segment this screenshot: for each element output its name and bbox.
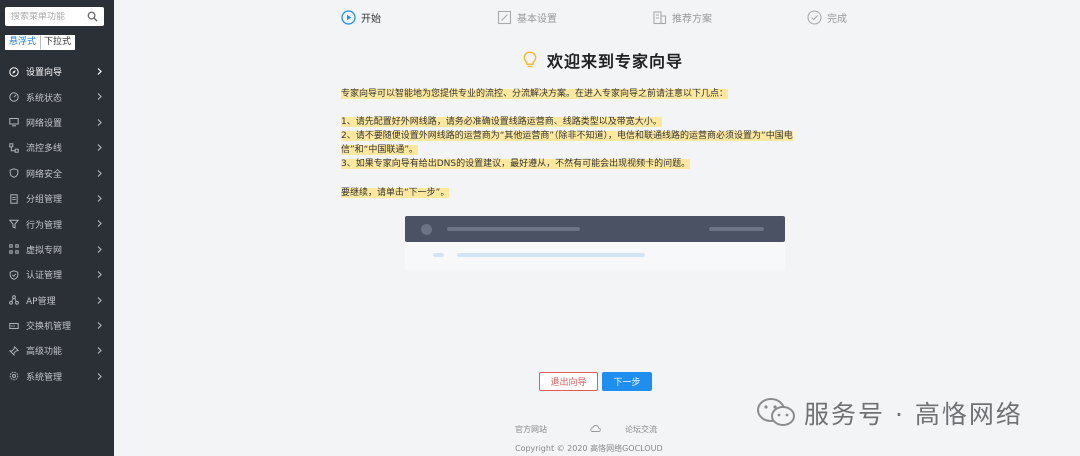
chevron-right-icon — [97, 169, 102, 177]
chevron-right-icon — [97, 245, 102, 253]
sidebar-item-system-status[interactable]: 系统状态 — [0, 84, 114, 109]
chevron-right-icon — [97, 372, 102, 380]
building-icon — [653, 11, 667, 25]
sidebar-item-system-management[interactable]: 系统管理 — [0, 364, 114, 389]
search-icon[interactable] — [87, 11, 98, 22]
network-icon — [9, 143, 19, 153]
chevron-right-icon — [97, 68, 102, 75]
illustration-header-bar — [405, 216, 785, 242]
sidebar-item-label: 交换机管理 — [26, 322, 72, 333]
illustration-line — [447, 227, 580, 231]
illustration-line — [457, 253, 645, 257]
chevron-right-icon — [97, 347, 102, 355]
sidebar-item-label: 流控多线 — [26, 144, 63, 155]
compass-icon — [9, 66, 19, 77]
official-site-link[interactable]: 官方网站 — [515, 424, 547, 435]
sidebar-item-auth-management[interactable]: 认证管理 — [0, 262, 114, 287]
point-3-text: 3、如果专家向导有给出DNS的设置建议，最好遵从，不然有可能会出现视频卡的问题。 — [341, 159, 691, 169]
step-label: 推荐方案 — [672, 14, 712, 25]
illustration-dot — [421, 224, 432, 235]
sidebar-nav: 设置向导 系统状态 网络设置 流控多线 网络安全 分组管理 行为管理 虚拟专网 … — [0, 59, 114, 389]
vpn-icon — [9, 244, 19, 255]
sidebar-item-flow-control[interactable]: 流控多线 — [0, 135, 114, 160]
watermark-text: 服务号 · 高恪网络 — [804, 400, 1023, 429]
shield-icon — [9, 168, 19, 179]
step-label: 开始 — [361, 14, 381, 25]
step-recommended-plan: 推荐方案 — [652, 10, 712, 25]
continue-text: 要继续，请单击“下一步”。 — [341, 188, 450, 198]
chevron-right-icon — [97, 271, 102, 279]
illustration-line — [709, 227, 764, 231]
sidebar-item-label: 虚拟专网 — [26, 245, 63, 256]
chevron-right-icon — [97, 93, 102, 101]
wizard-title-row: 欢迎来到专家向导 — [522, 48, 683, 72]
mode-floating-option[interactable]: 悬浮式 — [5, 35, 41, 50]
page-title: 欢迎来到专家向导 — [547, 52, 684, 71]
point-1-text: 1、请先配置好外网线路，请务必准确设置线路运营商、线路类型以及带宽大小。 — [341, 117, 662, 127]
pin-icon — [9, 345, 19, 356]
step-start: 开始 — [341, 10, 381, 25]
chevron-right-icon — [97, 195, 102, 202]
settings-icon — [497, 10, 512, 25]
point-2-text-cont: 信”和“中国联通”。 — [341, 145, 418, 155]
sidebar-item-label: 行为管理 — [26, 220, 63, 231]
chevron-right-icon — [97, 296, 102, 304]
lightbulb-icon — [523, 51, 537, 68]
wechat-logo-icon — [757, 398, 795, 426]
menu-search-box[interactable] — [5, 7, 104, 26]
illustration-body — [405, 242, 785, 270]
intro-text: 专家向导可以智能地为您提供专业的流控、分流解决方案。在进入专家向导之前请注意以下… — [341, 89, 729, 99]
gear-icon — [9, 372, 19, 381]
wechat-watermark: 服务号 · 高恪网络 — [756, 395, 1023, 431]
sidebar: 悬浮式 下拉式 设置向导 系统状态 网络设置 流控多线 网络安全 — [0, 0, 114, 456]
ap-icon — [9, 295, 19, 305]
next-step-button[interactable]: 下一步 — [602, 372, 652, 391]
cloud-icon — [590, 425, 601, 432]
forum-link[interactable]: 论坛交流 — [625, 424, 657, 435]
step-basic-settings: 基本设置 — [497, 10, 557, 25]
sidebar-item-label: 设置向导 — [26, 68, 63, 79]
sidebar-item-group-management[interactable]: 分组管理 — [0, 186, 114, 211]
sidebar-item-vpn[interactable]: 虚拟专网 — [0, 237, 114, 262]
sidebar-item-label: 网络安全 — [26, 169, 63, 180]
chevron-right-icon — [97, 144, 102, 152]
illustration-line — [433, 253, 444, 257]
dashboard-icon — [9, 92, 19, 102]
document-icon — [10, 193, 18, 204]
point-2-text: 2、请不要随便设置外网线路的运营商为“其他运营商”（除非不知道），电信和联通线路… — [341, 131, 793, 141]
sidebar-item-label: AP管理 — [26, 296, 56, 307]
chevron-right-icon — [97, 321, 102, 329]
sidebar-item-setup-wizard[interactable]: 设置向导 — [0, 59, 114, 84]
sidebar-item-label: 系统管理 — [26, 372, 63, 383]
switch-icon — [9, 322, 19, 329]
sidebar-item-network-security[interactable]: 网络安全 — [0, 161, 114, 186]
mode-dropdown-option[interactable]: 下拉式 — [40, 35, 76, 50]
sidebar-item-ap-management[interactable]: AP管理 — [0, 288, 114, 313]
sidebar-item-label: 高级功能 — [26, 347, 63, 358]
filter-icon — [9, 219, 19, 229]
chevron-right-icon — [97, 118, 102, 126]
exit-wizard-button[interactable]: 退出向导 — [539, 372, 598, 391]
menu-mode-toggle: 悬浮式 下拉式 — [5, 35, 76, 50]
menu-search-input[interactable] — [11, 11, 86, 22]
wizard-illustration — [405, 216, 785, 270]
step-complete: 完成 — [807, 10, 847, 25]
sidebar-item-label: 认证管理 — [26, 271, 63, 282]
copyright-text: Copyright © 2020 高恪网络GOCLOUD — [515, 444, 663, 453]
step-label: 完成 — [827, 14, 847, 25]
chevron-right-icon — [97, 220, 102, 228]
shield-check-icon — [9, 270, 19, 280]
sidebar-item-label: 分组管理 — [26, 195, 63, 206]
sidebar-item-advanced[interactable]: 高级功能 — [0, 338, 114, 363]
step-label: 基本设置 — [517, 14, 557, 25]
play-circle-icon — [341, 10, 356, 25]
monitor-icon — [9, 118, 19, 127]
sidebar-item-label: 系统状态 — [26, 93, 63, 104]
sidebar-item-label: 网络设置 — [26, 118, 63, 129]
sidebar-item-behavior-management[interactable]: 行为管理 — [0, 211, 114, 236]
sidebar-item-network-settings[interactable]: 网络设置 — [0, 110, 114, 135]
sidebar-item-switch-management[interactable]: 交换机管理 — [0, 313, 114, 338]
wizard-steps: 开始 基本设置 推荐方案 完成 — [114, 0, 1080, 36]
check-circle-icon — [807, 10, 822, 25]
